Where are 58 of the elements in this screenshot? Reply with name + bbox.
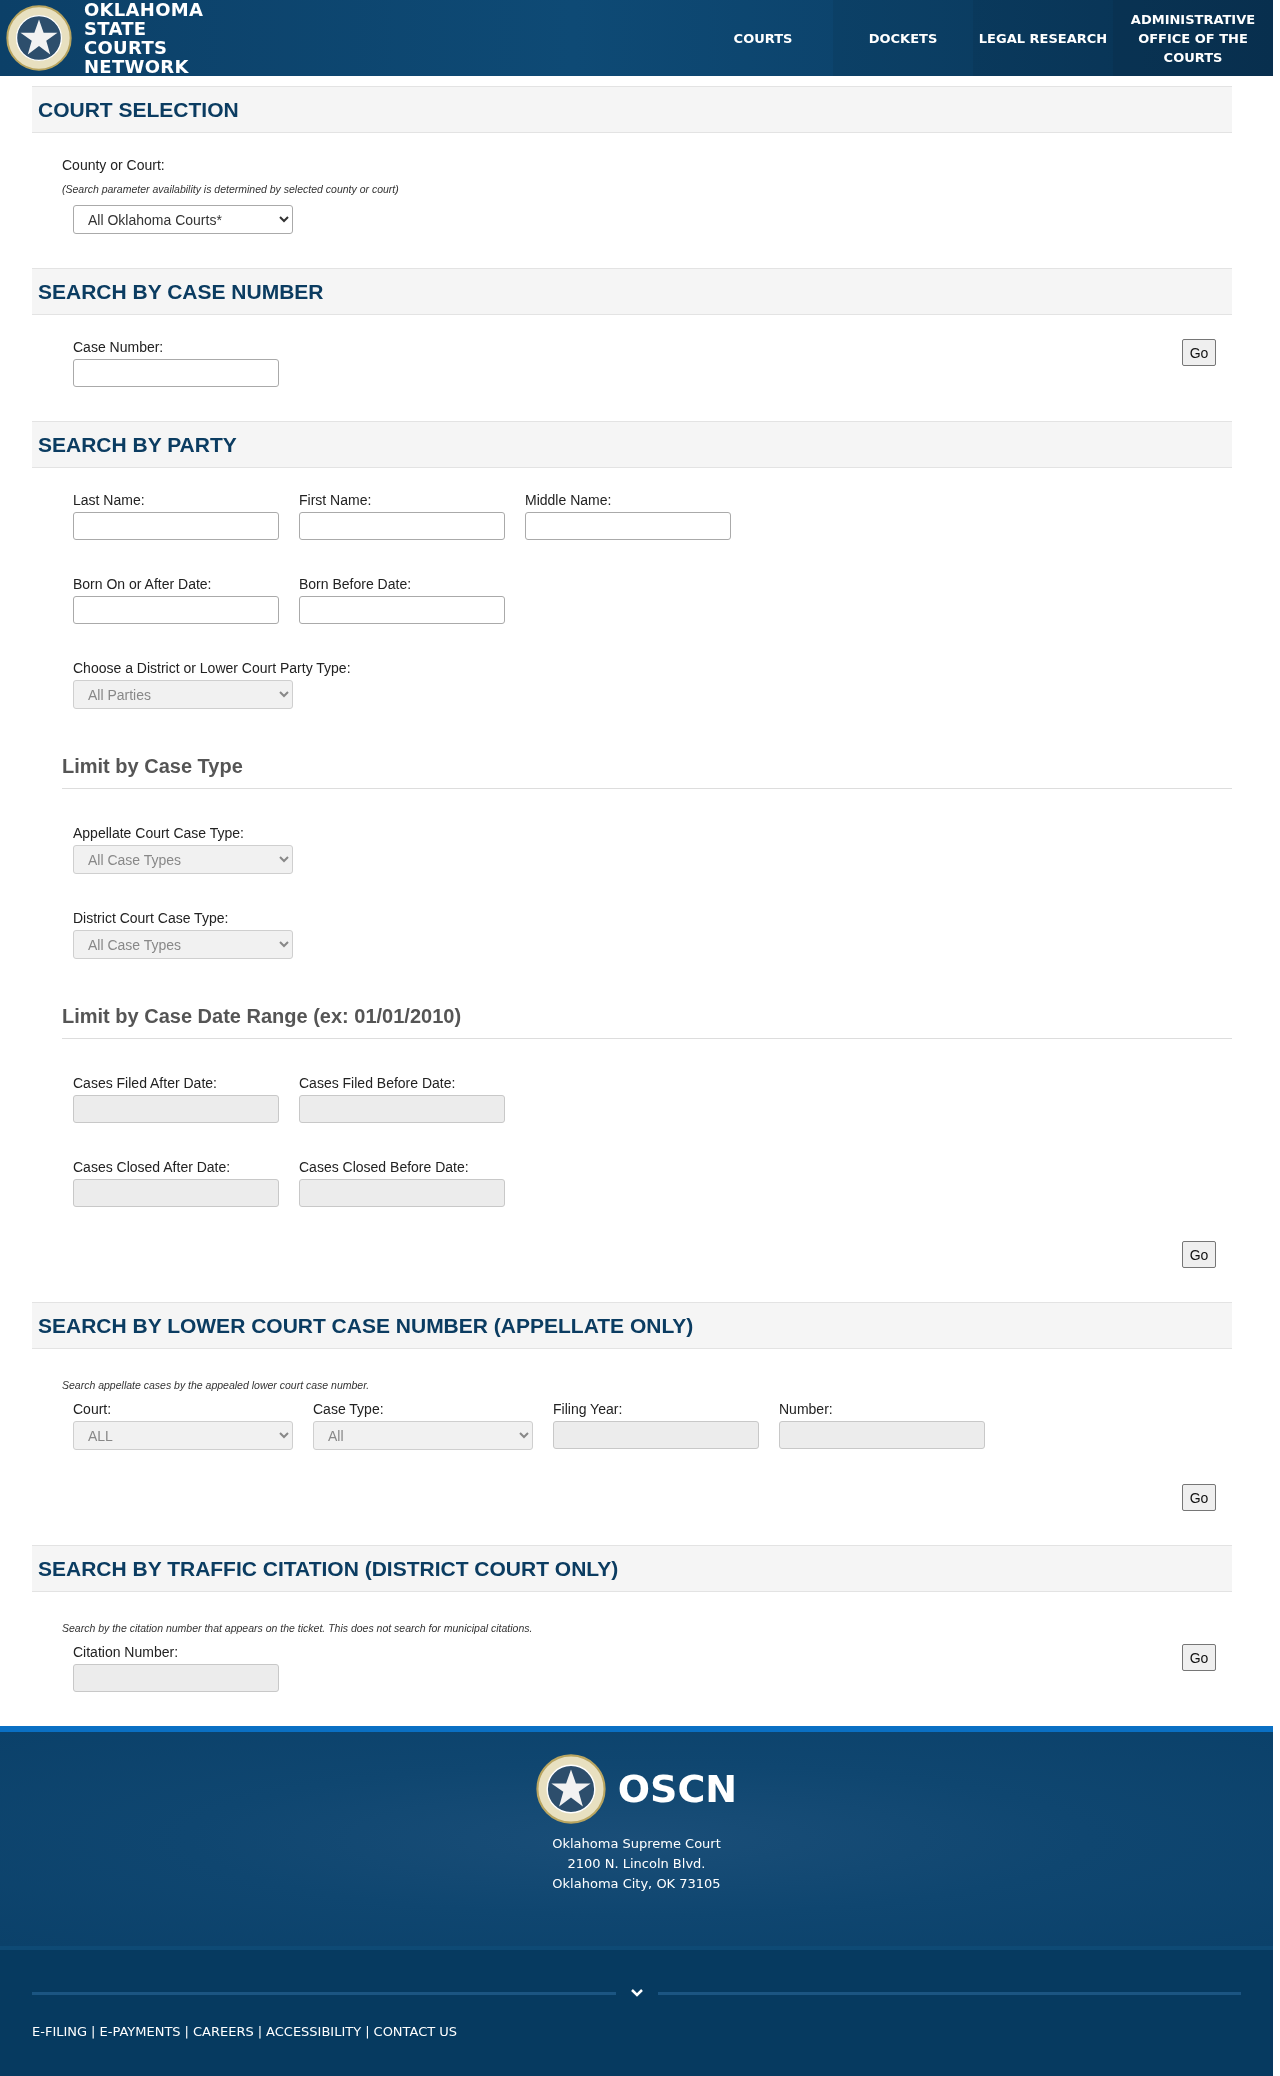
footer-link[interactable]: CONTACT US: [373, 2024, 458, 2039]
subsection-heading: Limit by Case Type: [62, 755, 1232, 789]
input-field[interactable]: [73, 596, 279, 624]
field-label: Case Type:: [313, 1401, 385, 1417]
section-heading: SEARCH BY LOWER COURT CASE NUMBER (APPELLATE ONLY): [32, 1302, 1232, 1349]
field-label: Cases Closed Before Date:: [299, 1159, 470, 1175]
input-field[interactable]: [525, 512, 731, 540]
seal-logo-icon: [6, 5, 72, 71]
field-label: Last Name:: [73, 492, 146, 508]
field-label: Cases Filed After Date:: [73, 1075, 218, 1091]
section-heading: SEARCH BY PARTY: [32, 421, 1232, 468]
footer-link[interactable]: ACCESSIBILITY: [266, 2024, 362, 2039]
subsection-heading: Limit by Case Date Range (ex: 01/01/2010): [62, 1005, 1232, 1039]
address-text: Oklahoma Supreme Court 2100 N. Lincoln Blvd. Oklahoma City, OK 73105: [552, 1835, 721, 1893]
section-heading: COURT SELECTION: [32, 86, 1232, 133]
section-heading: SEARCH BY TRAFFIC CITATION (DISTRICT COURT ONLY): [32, 1545, 1232, 1592]
footer-brand: OSCN: [617, 1767, 738, 1811]
go-button[interactable]: Go: [1182, 339, 1216, 366]
footer-link[interactable]: E-PAYMENTS: [99, 2024, 181, 2039]
go-button[interactable]: Go: [1182, 1644, 1216, 1671]
field-label: First Name:: [299, 492, 373, 508]
field-label: Filing Year:: [553, 1401, 624, 1417]
go-button[interactable]: Go: [1182, 1241, 1216, 1268]
field-label: Born Before Date:: [299, 576, 413, 592]
link-separator: |: [257, 2024, 263, 2039]
dropdown[interactable]: All Oklahoma Courts*: [73, 205, 293, 234]
site-title[interactable]: OKLAHOMA STATE COURTS NETWORK: [84, 0, 204, 76]
input-field[interactable]: [73, 359, 279, 387]
nav-link[interactable]: LEGAL RESEARCH: [973, 0, 1113, 76]
link-separator: |: [184, 2024, 189, 2039]
footer-link[interactable]: CAREERS: [192, 2024, 254, 2039]
field-label: County or Court:: [62, 157, 166, 173]
seal-logo-icon: [535, 1754, 606, 1824]
field-label: Cases Filed Before Date:: [299, 1075, 457, 1091]
input-field[interactable]: [73, 512, 279, 540]
field-label: Case Number:: [73, 339, 165, 355]
link-separator: |: [91, 2024, 96, 2039]
field-label: Choose a District or Lower Court Party Type:: [73, 660, 351, 676]
field-label: Cases Closed After Date:: [73, 1159, 232, 1175]
field-label: Middle Name:: [525, 492, 613, 508]
field-label: Court:: [73, 1401, 113, 1417]
nav-link[interactable]: ADMINISTRATIVE OFFICE OF THE COURTS: [1113, 0, 1273, 76]
input-field[interactable]: [299, 512, 505, 540]
help-note: Search appellate cases by the appealed lower court case number.: [62, 1379, 371, 1391]
field-label: Appellate Court Case Type:: [73, 825, 245, 841]
link-separator: |: [365, 2024, 370, 2039]
field-label: Born On or After Date:: [73, 576, 213, 592]
chevron-down-icon[interactable]: [629, 1988, 644, 1998]
field-label: Number:: [779, 1401, 834, 1417]
help-note: (Search parameter availability is determined by selected county or court): [62, 183, 400, 195]
field-label: Citation Number:: [73, 1644, 180, 1660]
footer-link[interactable]: E-FILING: [32, 2024, 88, 2039]
input-field[interactable]: [299, 596, 505, 624]
help-note: Search by the citation number that appears on the ticket. This does not search for municipal citations.: [62, 1622, 534, 1634]
go-button[interactable]: Go: [1182, 1484, 1216, 1511]
nav-link[interactable]: DOCKETS: [833, 0, 973, 76]
field-label: District Court Case Type:: [73, 910, 230, 926]
section-heading: SEARCH BY CASE NUMBER: [32, 268, 1232, 315]
